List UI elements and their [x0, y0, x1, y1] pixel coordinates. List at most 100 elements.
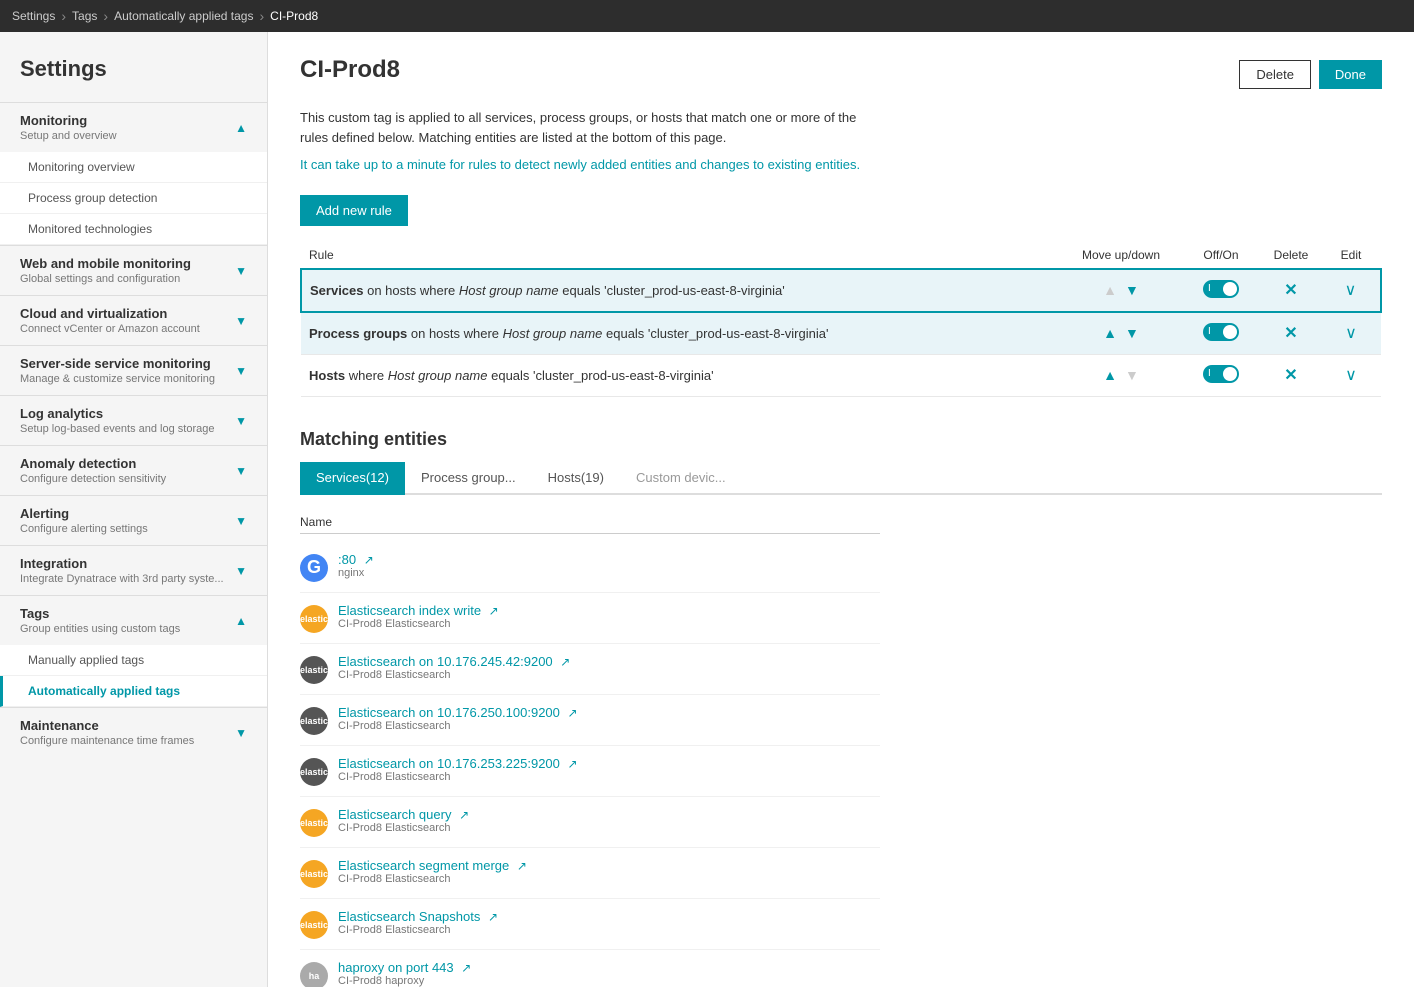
section-alerting-sub: Configure alerting settings — [20, 523, 235, 535]
tab-hosts[interactable]: Hosts(19) — [532, 462, 620, 495]
entity-name-2[interactable]: Elasticsearch index write ↗ — [338, 603, 880, 618]
tab-custom-device: Custom devic... — [620, 462, 742, 495]
list-item: elastic Elasticsearch index write ↗ CI-P… — [300, 593, 880, 644]
entity-icon-elastic-1: elastic — [300, 605, 328, 633]
move-up-icon-3[interactable]: ▲ — [1103, 367, 1117, 383]
section-web-mobile-header[interactable]: Web and mobile monitoring Global setting… — [0, 246, 267, 295]
entity-sub-6: CI-Prod8 Elasticsearch — [338, 822, 880, 834]
chevron-up-icon: ▲ — [235, 121, 247, 135]
delete-cell-1[interactable]: ✕ — [1261, 269, 1321, 312]
col-edit: Edit — [1321, 242, 1381, 269]
toggle-cell-1[interactable]: I — [1181, 269, 1261, 312]
add-new-rule-button[interactable]: Add new rule — [300, 195, 408, 226]
section-anomaly-sub: Configure detection sensitivity — [20, 473, 235, 485]
section-alerting-header[interactable]: Alerting Configure alerting settings ▼ — [0, 496, 267, 545]
breadcrumb-settings[interactable]: Settings — [12, 9, 55, 23]
sidebar-item-auto-tags[interactable]: Automatically applied tags — [0, 676, 267, 707]
external-link-icon-5[interactable]: ↗ — [568, 757, 578, 771]
toggle-switch-3[interactable]: I — [1203, 365, 1239, 383]
list-item: G :80 ↗ nginx — [300, 542, 880, 593]
delete-icon-1[interactable]: ✕ — [1284, 282, 1297, 299]
move-up-icon-disabled: ▲ — [1103, 282, 1117, 298]
move-down-icon-2[interactable]: ▼ — [1125, 325, 1139, 341]
section-log-header[interactable]: Log analytics Setup log-based events and… — [0, 396, 267, 445]
section-monitoring-title: Monitoring — [20, 113, 235, 128]
list-item: elastic Elasticsearch query ↗ CI-Prod8 E… — [300, 797, 880, 848]
chevron-down-icon-7: ▼ — [235, 564, 247, 578]
toggle-cell-2[interactable]: I — [1181, 312, 1261, 355]
breadcrumb: Settings › Tags › Automatically applied … — [0, 0, 1414, 32]
section-tags-sub: Group entities using custom tags — [20, 623, 235, 635]
section-log-sub: Setup log-based events and log storage — [20, 423, 235, 435]
delete-button[interactable]: Delete — [1239, 60, 1311, 89]
breadcrumb-tags[interactable]: Tags — [72, 9, 97, 23]
edit-cell-3[interactable]: ∨ — [1321, 354, 1381, 396]
table-row: Hosts where Host group name equals 'clus… — [301, 354, 1381, 396]
section-maintenance-title: Maintenance — [20, 718, 235, 733]
external-link-icon-6[interactable]: ↗ — [459, 808, 469, 822]
external-link-icon-8[interactable]: ↗ — [488, 910, 498, 924]
external-link-icon-1[interactable]: ↗ — [364, 553, 374, 567]
move-down-icon[interactable]: ▼ — [1125, 282, 1139, 298]
delete-cell-3[interactable]: ✕ — [1261, 354, 1321, 396]
external-link-icon-2[interactable]: ↗ — [489, 604, 499, 618]
section-alerting-title: Alerting — [20, 506, 235, 521]
entity-sub-4: CI-Prod8 Elasticsearch — [338, 720, 880, 732]
section-anomaly-header[interactable]: Anomaly detection Configure detection se… — [0, 446, 267, 495]
section-server-sub: Manage & customize service monitoring — [20, 373, 235, 385]
col-delete: Delete — [1261, 242, 1321, 269]
list-item: elastic Elasticsearch segment merge ↗ CI… — [300, 848, 880, 899]
external-link-icon-7[interactable]: ↗ — [517, 859, 527, 873]
tab-services[interactable]: Services(12) — [300, 462, 405, 495]
section-alerting: Alerting Configure alerting settings ▼ — [0, 495, 267, 545]
toggle-cell-3[interactable]: I — [1181, 354, 1261, 396]
sidebar-item-monitoring-overview[interactable]: Monitoring overview — [0, 152, 267, 183]
external-link-icon-9[interactable]: ↗ — [461, 961, 471, 975]
sidebar-item-monitored-tech[interactable]: Monitored technologies — [0, 214, 267, 245]
delete-icon-3[interactable]: ✕ — [1284, 367, 1297, 384]
section-monitoring-header[interactable]: Monitoring Setup and overview ▲ — [0, 103, 267, 152]
entities-list: Name G :80 ↗ nginx elastic Elasticsearch… — [300, 511, 880, 987]
edit-chevron-icon-2[interactable]: ∨ — [1345, 325, 1357, 342]
delete-icon-2[interactable]: ✕ — [1284, 325, 1297, 342]
edit-cell-1[interactable]: ∨ — [1321, 269, 1381, 312]
section-server-header[interactable]: Server-side service monitoring Manage & … — [0, 346, 267, 395]
entity-name-3[interactable]: Elasticsearch on 10.176.245.42:9200 ↗ — [338, 654, 880, 669]
section-integration-header[interactable]: Integration Integrate Dynatrace with 3rd… — [0, 546, 267, 595]
delete-cell-2[interactable]: ✕ — [1261, 312, 1321, 355]
sidebar-item-manual-tags[interactable]: Manually applied tags — [0, 645, 267, 676]
sidebar: Settings Monitoring Setup and overview ▲… — [0, 32, 268, 987]
section-web-mobile-title: Web and mobile monitoring — [20, 256, 235, 271]
done-button[interactable]: Done — [1319, 60, 1382, 89]
entity-name-6[interactable]: Elasticsearch query ↗ — [338, 807, 880, 822]
list-item: elastic Elasticsearch Snapshots ↗ CI-Pro… — [300, 899, 880, 950]
section-cloud-header[interactable]: Cloud and virtualization Connect vCenter… — [0, 296, 267, 345]
breadcrumb-auto-tags[interactable]: Automatically applied tags — [114, 9, 253, 23]
edit-chevron-icon-3[interactable]: ∨ — [1345, 367, 1357, 384]
entity-sub-3: CI-Prod8 Elasticsearch — [338, 669, 880, 681]
section-tags-header[interactable]: Tags Group entities using custom tags ▲ — [0, 596, 267, 645]
entity-name-4[interactable]: Elasticsearch on 10.176.250.100:9200 ↗ — [338, 705, 880, 720]
edit-chevron-icon-1[interactable]: ∨ — [1345, 282, 1357, 299]
move-up-icon-2[interactable]: ▲ — [1103, 325, 1117, 341]
entity-name-1[interactable]: :80 ↗ — [338, 552, 880, 567]
col-rule: Rule — [301, 242, 1061, 269]
chevron-down-icon: ▼ — [235, 264, 247, 278]
section-maintenance-header[interactable]: Maintenance Configure maintenance time f… — [0, 708, 267, 757]
entity-sub-8: CI-Prod8 Elasticsearch — [338, 924, 880, 936]
entity-name-5[interactable]: Elasticsearch on 10.176.253.225:9200 ↗ — [338, 756, 880, 771]
entity-name-7[interactable]: Elasticsearch segment merge ↗ — [338, 858, 880, 873]
tab-process-group[interactable]: Process group... — [405, 462, 532, 495]
edit-cell-2[interactable]: ∨ — [1321, 312, 1381, 355]
entities-name-header: Name — [300, 511, 880, 534]
toggle-switch-2[interactable]: I — [1203, 323, 1239, 341]
external-link-icon-3[interactable]: ↗ — [560, 655, 570, 669]
section-tags-title: Tags — [20, 606, 235, 621]
move-cell-3: ▲ ▼ — [1061, 354, 1181, 396]
toggle-switch-1[interactable]: I — [1203, 280, 1239, 298]
section-integration: Integration Integrate Dynatrace with 3rd… — [0, 545, 267, 595]
external-link-icon-4[interactable]: ↗ — [568, 706, 578, 720]
entity-name-8[interactable]: Elasticsearch Snapshots ↗ — [338, 909, 880, 924]
sidebar-item-process-group[interactable]: Process group detection — [0, 183, 267, 214]
entity-name-9[interactable]: haproxy on port 443 ↗ — [338, 960, 880, 975]
